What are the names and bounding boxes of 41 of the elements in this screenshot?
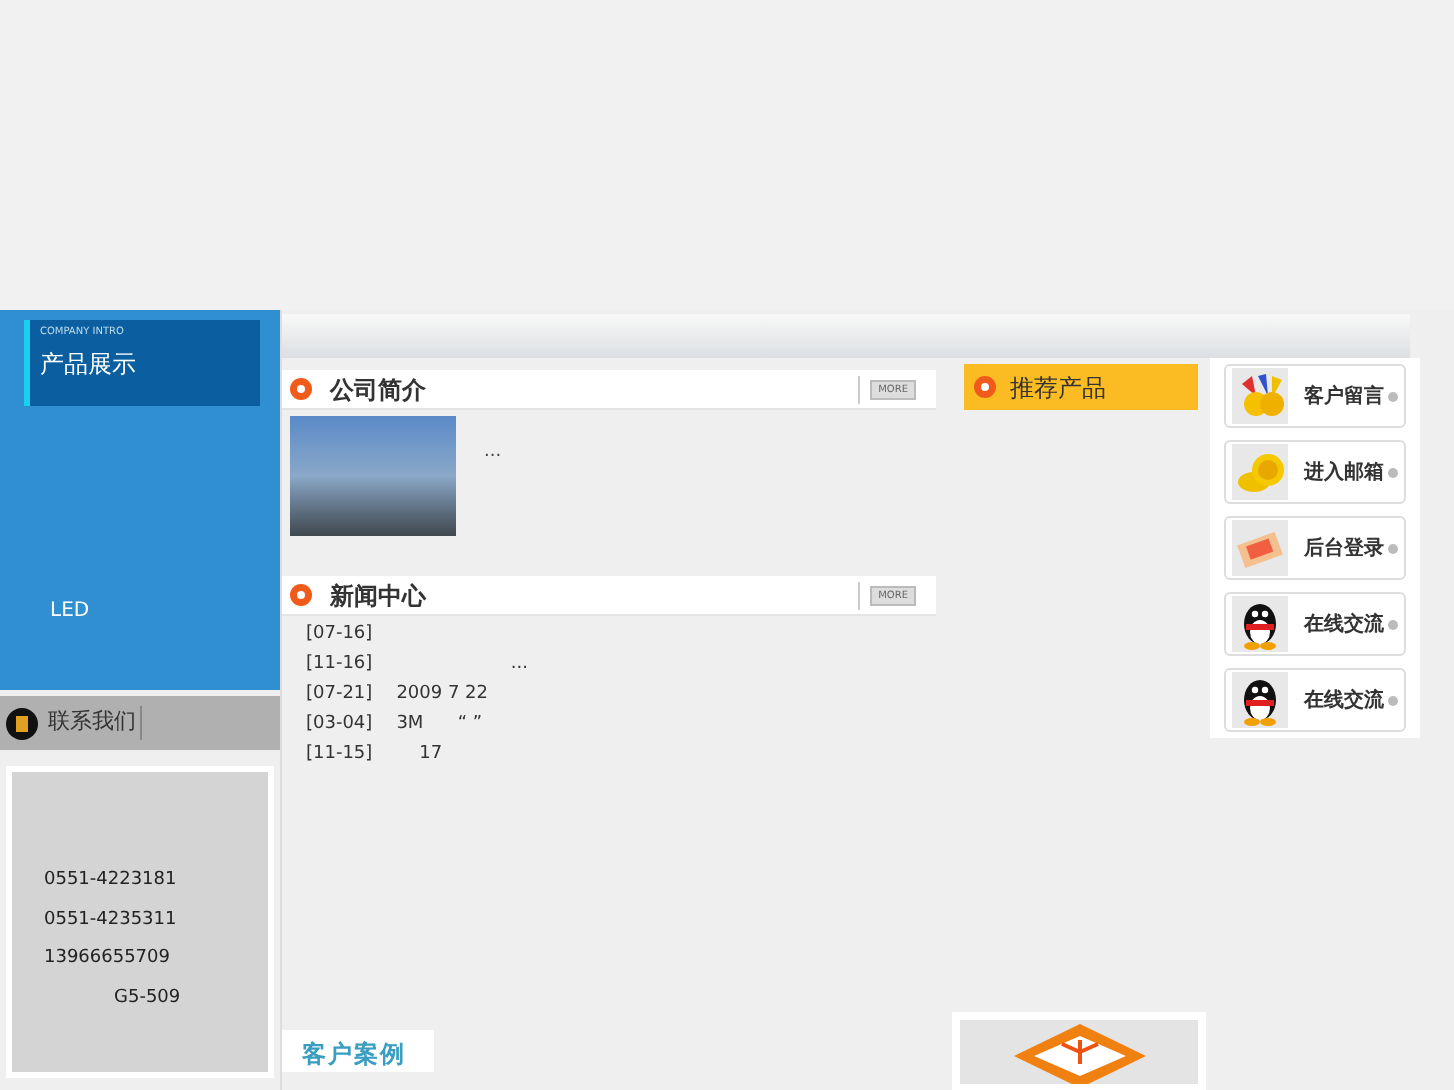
contact-line: 13966655709 <box>44 946 172 972</box>
bullet-icon <box>290 584 312 606</box>
dot-icon <box>1388 543 1398 553</box>
quick-link-button[interactable]: 后台登录 <box>1224 516 1406 580</box>
intro-text: ... <box>484 440 502 466</box>
cases-title: 客户案例 <box>302 1038 406 1072</box>
news-link[interactable]: 3M “ ” <box>396 712 483 740</box>
news-date: [03-04] <box>306 712 373 739</box>
dot-icon <box>1388 391 1398 401</box>
book-icon <box>6 707 38 739</box>
news-link[interactable]: 2009 7 22 <box>396 682 488 710</box>
contact-line: G5-509 <box>114 985 183 1011</box>
penguin-icon <box>1232 672 1288 728</box>
news-date: [11-15] <box>306 742 373 769</box>
contact-line: 0551-4223181 <box>44 868 179 894</box>
contact-title: 联系我们 <box>48 706 142 740</box>
penguin-icon <box>1232 596 1288 652</box>
box-arrows-icon <box>1009 1020 1149 1084</box>
bullet-icon <box>974 376 996 398</box>
coins-icon <box>1232 444 1288 500</box>
news-date: [11-16] <box>306 652 373 679</box>
panel-title: 产品展示 <box>40 347 138 381</box>
news-link[interactable]: ... <box>396 652 528 680</box>
dot-icon <box>1388 467 1398 477</box>
news-date: [07-16] <box>306 622 373 649</box>
quick-link-button[interactable]: 客户留言 <box>1224 364 1406 428</box>
contact-line: 0551-4235311 <box>44 907 179 933</box>
quick-link-button[interactable]: 进入邮箱 <box>1224 440 1406 504</box>
ticket-icon <box>1232 520 1288 576</box>
section-title: 公司简介 <box>330 373 426 407</box>
panel-caption: LED <box>50 598 92 626</box>
hands-icon <box>1232 368 1288 424</box>
news-link[interactable]: 17 <box>396 742 443 770</box>
bullet-icon <box>290 378 312 400</box>
quick-link-button[interactable]: 在线交流 <box>1224 592 1406 656</box>
dot-icon <box>1388 695 1398 705</box>
news-date: [07-21] <box>306 682 373 709</box>
recommend-title: 推荐产品 <box>1010 371 1106 405</box>
quick-link-button[interactable]: 在线交流 <box>1224 668 1406 732</box>
dot-icon <box>1388 619 1398 629</box>
section-title: 新闻中心 <box>330 579 426 613</box>
